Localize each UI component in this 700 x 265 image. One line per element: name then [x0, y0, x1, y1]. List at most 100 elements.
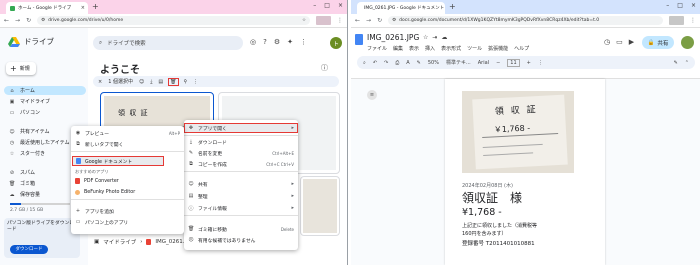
meet-icon[interactable]: ▶	[629, 38, 634, 46]
drive-tab[interactable]: ホーム - Google ドライブ ×	[6, 2, 88, 14]
info-icon[interactable]: ⓘ	[321, 63, 328, 73]
clear-selection-icon[interactable]: ×	[98, 79, 102, 85]
reload-icon[interactable]: ↻	[26, 17, 31, 24]
new-tab-icon[interactable]: +	[449, 2, 456, 11]
ruler[interactable]	[351, 72, 700, 79]
more-actions-icon[interactable]: ⋮	[193, 79, 198, 85]
menu-edit[interactable]: 編集	[393, 45, 403, 52]
menu-item-file-info[interactable]: ⓘ ファイル情報 ▸	[184, 203, 298, 213]
sidebar-item-my-drive[interactable]: ▣ マイドライブ	[4, 97, 86, 106]
back-icon[interactable]: ←	[355, 17, 360, 24]
avatar[interactable]: ト	[330, 37, 342, 49]
font-size-decrease-icon[interactable]: −	[496, 60, 500, 66]
menu-item-download[interactable]: ⤓ ダウンロード	[184, 137, 298, 147]
new-tab-icon[interactable]: +	[92, 2, 99, 11]
site-info-icon[interactable]: ⚙	[41, 18, 45, 23]
file-card-third[interactable]	[300, 176, 340, 236]
menu-item-organize[interactable]: ▤ 整理 ▸	[184, 191, 298, 201]
undo-icon[interactable]: ↶	[373, 60, 377, 66]
collapse-icon[interactable]: ⌃	[685, 60, 689, 66]
star-icon[interactable]: ☆	[423, 34, 428, 41]
forward-icon[interactable]: →	[366, 17, 371, 24]
menu-item-open-new-tab[interactable]: ⧉ 新しいタブで開く	[71, 139, 184, 149]
more-tools-icon[interactable]: ⋮	[538, 60, 543, 66]
share-button[interactable]: 🔒 共有	[642, 36, 674, 49]
minimize-icon[interactable]: –	[666, 2, 669, 9]
profile-button[interactable]	[669, 16, 684, 25]
maximize-icon[interactable]: □	[324, 2, 330, 9]
menu-format[interactable]: 表示形式	[441, 45, 461, 52]
docs-logo-icon[interactable]	[355, 34, 363, 45]
ready-offline-icon[interactable]: ◎	[250, 38, 256, 46]
url-field[interactable]: ⚙ docs.google.com/document/d/1XWg1KQZYt8…	[388, 16, 663, 25]
close-tab-icon[interactable]: ×	[81, 5, 85, 11]
spellcheck-icon[interactable]: A	[406, 60, 409, 66]
close-window-icon[interactable]: ×	[338, 2, 343, 9]
font-size-field[interactable]: 11	[507, 58, 520, 67]
search-menus-icon[interactable]: ⌕	[363, 60, 366, 66]
cloud-status-icon[interactable]: ☁	[441, 34, 447, 41]
print-icon[interactable]: ⎙	[395, 60, 399, 66]
menu-tools[interactable]: ツール	[467, 45, 482, 52]
outline-toggle-icon[interactable]: ≡	[367, 90, 377, 100]
redo-icon[interactable]: ↷	[384, 60, 388, 66]
docs-tab[interactable]: IMG_0261.JPG - Google ドキュメント ×	[357, 2, 445, 14]
download-icon[interactable]: ⤓	[150, 79, 152, 85]
site-info-icon[interactable]: ⚙	[392, 18, 396, 23]
move-icon[interactable]: ▤	[158, 79, 163, 85]
menu-item-not-helpful[interactable]: ☹ 有用な候補ではありません	[184, 235, 298, 245]
menu-extensions[interactable]: 拡張機能	[488, 45, 508, 52]
style-select[interactable]: 標準テキ...	[446, 59, 471, 66]
menu-item-rename[interactable]: ✎ 名前を変更 Ctrl+Alt+E	[184, 148, 298, 158]
settings-gear-icon[interactable]: ⚙	[274, 38, 280, 46]
apps-grid-icon[interactable]: ⋮	[300, 38, 307, 46]
forward-icon[interactable]: →	[15, 17, 20, 24]
comment-icon[interactable]: ▭	[616, 38, 623, 46]
receipt-image[interactable]: 領 収 証 ￥1,768 -	[462, 91, 574, 173]
menu-item-google-docs[interactable]: Google ドキュメント	[72, 156, 164, 166]
sidebar-item-computers[interactable]: ▭ パソコン	[4, 108, 86, 117]
link-icon[interactable]: ⚲	[184, 79, 188, 85]
breadcrumb-root[interactable]: マイドライブ	[103, 238, 136, 246]
menu-view[interactable]: 表示	[409, 45, 419, 52]
font-size-increase-icon[interactable]: +	[527, 60, 531, 66]
gemini-icon[interactable]: ✦	[287, 38, 293, 46]
search-input[interactable]: ⌕ ドライブで検索	[93, 36, 243, 50]
delete-icon[interactable]: 🗑	[168, 77, 179, 86]
avatar[interactable]	[681, 36, 694, 49]
profile-button[interactable]	[316, 16, 331, 25]
menu-item-make-copy[interactable]: ⧉ コピーを作成 Ctrl+C Ctrl+V	[184, 159, 298, 169]
new-button[interactable]: + 新規	[6, 62, 36, 75]
back-icon[interactable]: ←	[4, 17, 9, 24]
move-folder-icon[interactable]: ⇥	[432, 34, 437, 41]
paint-format-icon[interactable]: ✎	[417, 60, 421, 66]
menu-item-trash[interactable]: 🗑 ゴミ箱に移動 Delete	[184, 224, 298, 234]
browser-menu-icon[interactable]: ⋮	[690, 17, 696, 24]
menu-item-pdf-converter[interactable]: PDF Converter	[71, 176, 184, 186]
maximize-icon[interactable]: □	[677, 2, 683, 9]
menu-item-befunky[interactable]: BeFunky Photo Editor	[71, 187, 184, 197]
menu-item-computer-apps[interactable]: ▭ パソコン上のアプリ	[71, 217, 184, 227]
menu-help[interactable]: ヘルプ	[514, 45, 529, 52]
download-app-button[interactable]: ダウンロード	[10, 245, 48, 254]
menu-insert[interactable]: 挿入	[425, 45, 435, 52]
menu-item-share[interactable]: ☺ 共有 ▸	[184, 179, 298, 189]
help-icon[interactable]: ?	[263, 38, 267, 46]
sidebar-item-home[interactable]: ⌂ ホーム	[4, 86, 86, 95]
document-title[interactable]: IMG_0261.JPG	[367, 33, 419, 42]
menu-item-open-with[interactable]: ✥ アプリで開く ▸	[184, 123, 298, 133]
menu-item-add-app[interactable]: + アプリを追加	[71, 206, 184, 216]
document-page[interactable]: 領 収 証 ￥1,768 - 2024年02月08日 (木) 領収証 様 ¥1,…	[445, 79, 605, 265]
history-icon[interactable]: ◷	[604, 38, 610, 46]
browser-menu-icon[interactable]: ⋮	[337, 17, 343, 24]
url-field[interactable]: ⚙ drive.google.com/drive/u/0/home ☆	[37, 16, 310, 25]
font-select[interactable]: Arial	[478, 60, 489, 66]
close-window-icon[interactable]: ×	[691, 2, 696, 9]
editing-mode-icon[interactable]: ✎	[674, 60, 678, 66]
zoom-select[interactable]: 50%	[428, 60, 439, 66]
minimize-icon[interactable]: –	[313, 2, 316, 9]
reload-icon[interactable]: ↻	[377, 17, 382, 24]
menu-file[interactable]: ファイル	[367, 45, 387, 52]
share-person-icon[interactable]: ☺	[139, 79, 144, 85]
menu-item-preview[interactable]: ◉ プレビュー Alt+P	[71, 128, 184, 138]
